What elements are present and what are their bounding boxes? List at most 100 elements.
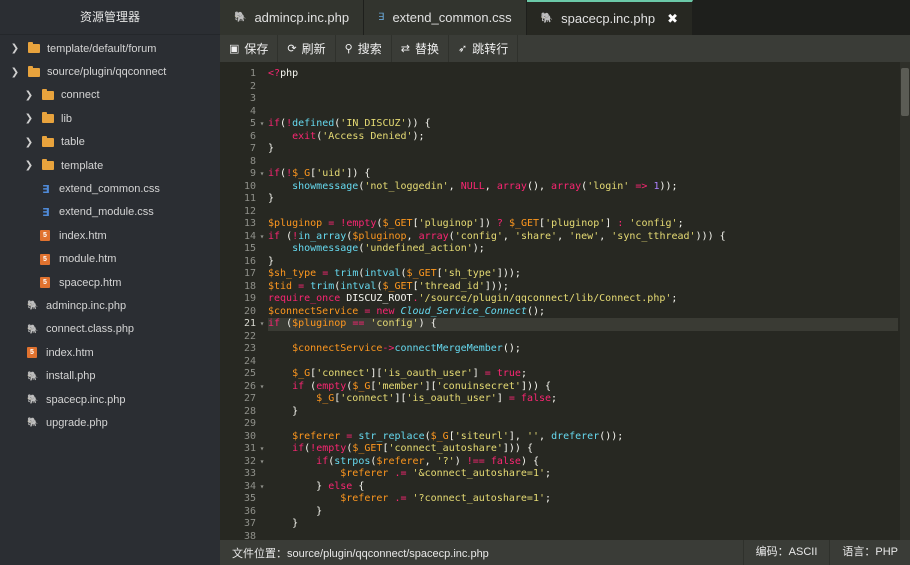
code-line[interactable]: }: [268, 506, 898, 519]
tree-item[interactable]: ∃ extend_module.css: [0, 201, 220, 224]
code-line[interactable]: }: [268, 406, 898, 419]
code-editor[interactable]: 1 2 3 4 5 6 7 8 9 10 11 12 13 14 15 16 17 18 19 20 21 22 23 24 2…: [220, 62, 910, 540]
code-line[interactable]: if(strpos($referer, '?') !== false) {: [268, 456, 898, 469]
fold-arrow-icon[interactable]: ▾: [256, 443, 268, 456]
tree-item[interactable]: 5 index.htm: [0, 224, 220, 247]
tree-item[interactable]: 🐘 admincp.inc.php: [0, 294, 220, 317]
tree-item[interactable]: 5 module.htm: [0, 248, 220, 271]
line-number: 17: [243, 268, 256, 279]
save-button[interactable]: ▣ 保存: [220, 35, 279, 62]
language-status[interactable]: 语言：PHP: [829, 540, 910, 565]
tab-spacecp-inc-php[interactable]: 🐘 spacecp.inc.php ✖: [526, 0, 693, 35]
chevron-right-icon[interactable]: ❯: [10, 67, 20, 78]
encoding-status[interactable]: 编码：ASCII: [742, 540, 830, 565]
line-number: 30: [243, 430, 256, 442]
goto-line-button[interactable]: ➶ 跳转行: [449, 35, 519, 62]
code-line[interactable]: require_once DISCUZ_ROOT.'/source/plugin…: [268, 293, 898, 306]
code-line[interactable]: exit('Access Denied');: [268, 131, 898, 144]
folder-icon: [28, 65, 40, 77]
code-line[interactable]: if(!$_G['uid']) {: [268, 168, 898, 181]
fold-arrow-icon[interactable]: ▾: [256, 168, 268, 181]
chevron-right-icon[interactable]: ❯: [10, 43, 20, 54]
tree-item[interactable]: 🐘 upgrade.php: [0, 411, 220, 434]
chevron-right-icon[interactable]: ❯: [24, 113, 34, 124]
code-line[interactable]: if (!in_array($pluginop, array('config',…: [268, 231, 898, 244]
tree-item[interactable]: ❯ table: [0, 131, 220, 154]
fold-arrow-icon[interactable]: ▾: [256, 456, 268, 469]
tree-item[interactable]: 🐘 install.php: [0, 364, 220, 387]
code-line[interactable]: }: [268, 193, 898, 206]
tree-item[interactable]: ❯ connect: [0, 84, 220, 107]
code-line[interactable]: $connectService = new Cloud_Service_Conn…: [268, 306, 898, 319]
tab-extend_common-css[interactable]: ∃ extend_common.css: [364, 0, 527, 35]
tree-item[interactable]: ❯ source/plugin/qqconnect: [0, 60, 220, 83]
tree-item[interactable]: 5 index.htm: [0, 341, 220, 364]
code-line[interactable]: [268, 156, 898, 169]
code-line[interactable]: showmessage('undefined_action');: [268, 243, 898, 256]
tree-item[interactable]: 🐘 connect.class.php: [0, 318, 220, 341]
tree-item[interactable]: 🐘 spacecp.inc.php: [0, 388, 220, 411]
tree-item[interactable]: 5 spacecp.htm: [0, 271, 220, 294]
code-line[interactable]: $referer = str_replace($_G['siteurl'], '…: [268, 431, 898, 444]
code-line[interactable]: showmessage('not_loggedin', NULL, array(…: [268, 181, 898, 194]
folder-icon: [42, 159, 54, 171]
chevron-right-icon[interactable]: ❯: [24, 160, 34, 171]
refresh-button[interactable]: ⟳ 刷新: [278, 35, 336, 62]
line-number: 18: [243, 280, 256, 292]
code-line[interactable]: [268, 81, 898, 94]
code-line[interactable]: $connectService->connectMergeMember();: [268, 343, 898, 356]
code-area[interactable]: <?php if(!defined('IN_DISCUZ')) { exit('A…: [268, 68, 898, 540]
code-line[interactable]: [268, 206, 898, 219]
code-line[interactable]: } else {: [268, 481, 898, 494]
close-icon[interactable]: ✖: [667, 11, 678, 27]
tab-admincp-inc-php[interactable]: 🐘 admincp.inc.php: [220, 0, 365, 35]
php-file-icon: 🐘: [234, 12, 247, 23]
code-line[interactable]: $_G['connect']['is_oauth_user'] = true;: [268, 368, 898, 381]
code-line[interactable]: if(!defined('IN_DISCUZ')) {: [268, 118, 898, 131]
code-line[interactable]: <?php: [268, 68, 898, 81]
code-line[interactable]: [268, 93, 898, 106]
chevron-right-icon[interactable]: ❯: [24, 90, 34, 101]
editor-scrollbar[interactable]: [900, 62, 910, 540]
code-line[interactable]: [268, 331, 898, 344]
tree-item[interactable]: ∃ extend_common.css: [0, 177, 220, 200]
search-button[interactable]: ⚲ 搜索: [336, 35, 392, 62]
code-line[interactable]: $referer .= '?connect_autoshare=1';: [268, 493, 898, 506]
line-number: 11: [243, 193, 256, 204]
line-number: 34: [243, 480, 256, 492]
tree-item-label: template/default/forum: [47, 42, 157, 55]
scrollbar-thumb[interactable]: [901, 68, 909, 116]
tree-item[interactable]: ❯ lib: [0, 107, 220, 130]
line-number: 31: [243, 443, 256, 454]
code-line[interactable]: }: [268, 518, 898, 531]
code-line[interactable]: [268, 531, 898, 541]
code-line[interactable]: }: [268, 256, 898, 269]
tree-item[interactable]: ❯ template/default/forum: [0, 37, 220, 60]
fold-arrow-icon[interactable]: ▾: [256, 481, 268, 494]
code-line[interactable]: if(!empty($_GET['connect_autoshare'])) {: [268, 443, 898, 456]
code-line[interactable]: $tid = trim(intval($_GET['thread_id']));: [268, 281, 898, 294]
fold-arrow-icon[interactable]: ▾: [256, 118, 268, 131]
tree-item[interactable]: ❯ template: [0, 154, 220, 177]
fold-arrow-icon[interactable]: ▾: [256, 231, 268, 244]
code-line[interactable]: if ($pluginop == 'config') {: [268, 318, 898, 331]
code-line[interactable]: $sh_type = trim(intval($_GET['sh_type'])…: [268, 268, 898, 281]
code-line[interactable]: }: [268, 143, 898, 156]
code-line[interactable]: [268, 106, 898, 119]
folder-icon: [42, 135, 54, 147]
fold-arrow-icon[interactable]: ▾: [256, 381, 268, 394]
code-line[interactable]: $_G['connect']['is_oauth_user'] = false;: [268, 393, 898, 406]
fold-arrow-icon[interactable]: ▾: [256, 318, 268, 331]
code-line[interactable]: [268, 356, 898, 369]
code-line[interactable]: [268, 418, 898, 431]
replace-button[interactable]: ⇄ 替换: [392, 35, 449, 62]
chevron-right-icon[interactable]: ❯: [24, 137, 34, 148]
code-line[interactable]: if (empty($_G['member']['conuinsecret'])…: [268, 381, 898, 394]
code-line[interactable]: $referer .= '&connect_autoshare=1';: [268, 468, 898, 481]
code-line[interactable]: $pluginop = !empty($_GET['pluginop']) ? …: [268, 218, 898, 231]
